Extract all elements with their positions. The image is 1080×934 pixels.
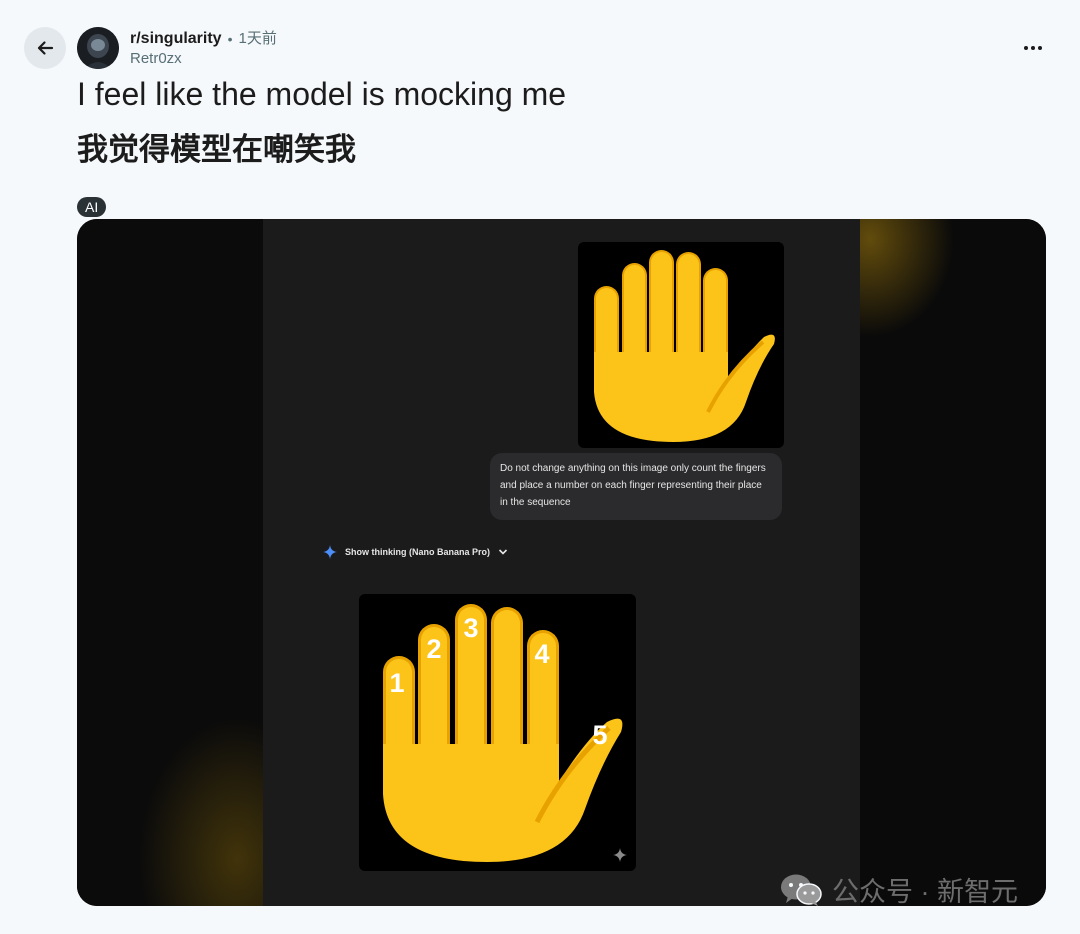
post-meta: r/singularity • 1天前 Retr0zx bbox=[130, 29, 277, 69]
gemini-sparkle-icon bbox=[323, 545, 337, 559]
more-horizontal-icon bbox=[1024, 46, 1042, 50]
show-thinking-toggle: Show thinking (Nano Banana Pro) bbox=[323, 545, 508, 559]
subreddit-link[interactable]: r/singularity bbox=[130, 29, 222, 49]
post-timestamp: 1天前 bbox=[238, 30, 277, 47]
post-page: r/singularity • 1天前 Retr0zx I feel like … bbox=[0, 0, 1080, 934]
numbered-hand-emoji: 1 2 3 4 5 bbox=[383, 604, 627, 862]
prompt-bubble: Do not change anything on this image onl… bbox=[490, 453, 782, 520]
finger-label-2: 2 bbox=[426, 634, 441, 664]
media-blur-left bbox=[77, 219, 263, 906]
media-blur-right bbox=[860, 219, 1046, 906]
chat-screenshot: Do not change anything on this image onl… bbox=[263, 219, 860, 906]
output-hand-image: 1 2 3 4 5 bbox=[359, 594, 636, 871]
watermark: 公众号 · 新智元 bbox=[780, 870, 1018, 909]
finger-label-5: 5 bbox=[592, 720, 607, 750]
finger-label-4: 4 bbox=[534, 639, 549, 669]
arrow-left-icon bbox=[37, 41, 54, 55]
finger-label-3: 3 bbox=[463, 613, 478, 643]
sparkle-watermark-icon bbox=[613, 848, 627, 862]
post-title-translation: 我觉得模型在嘲笑我 bbox=[77, 132, 356, 167]
chevron-down-icon bbox=[498, 549, 508, 555]
input-hand-image bbox=[578, 242, 784, 448]
author-link[interactable]: Retr0zx bbox=[130, 49, 277, 69]
avatar[interactable] bbox=[77, 27, 119, 69]
post-media[interactable]: Do not change anything on this image onl… bbox=[77, 219, 1046, 906]
wechat-icon bbox=[781, 874, 822, 906]
meta-separator: • bbox=[227, 31, 233, 47]
watermark-text: 公众号 · 新智元 bbox=[832, 877, 1018, 907]
show-thinking-label: Show thinking (Nano Banana Pro) bbox=[345, 547, 491, 557]
post-title: I feel like the model is mocking me bbox=[77, 76, 567, 112]
finger-label-1: 1 bbox=[389, 668, 404, 698]
more-options-button[interactable] bbox=[1016, 36, 1050, 60]
post-flair[interactable]: AI bbox=[77, 197, 107, 217]
back-button[interactable] bbox=[24, 27, 66, 69]
raised-hand-emoji bbox=[594, 250, 775, 442]
